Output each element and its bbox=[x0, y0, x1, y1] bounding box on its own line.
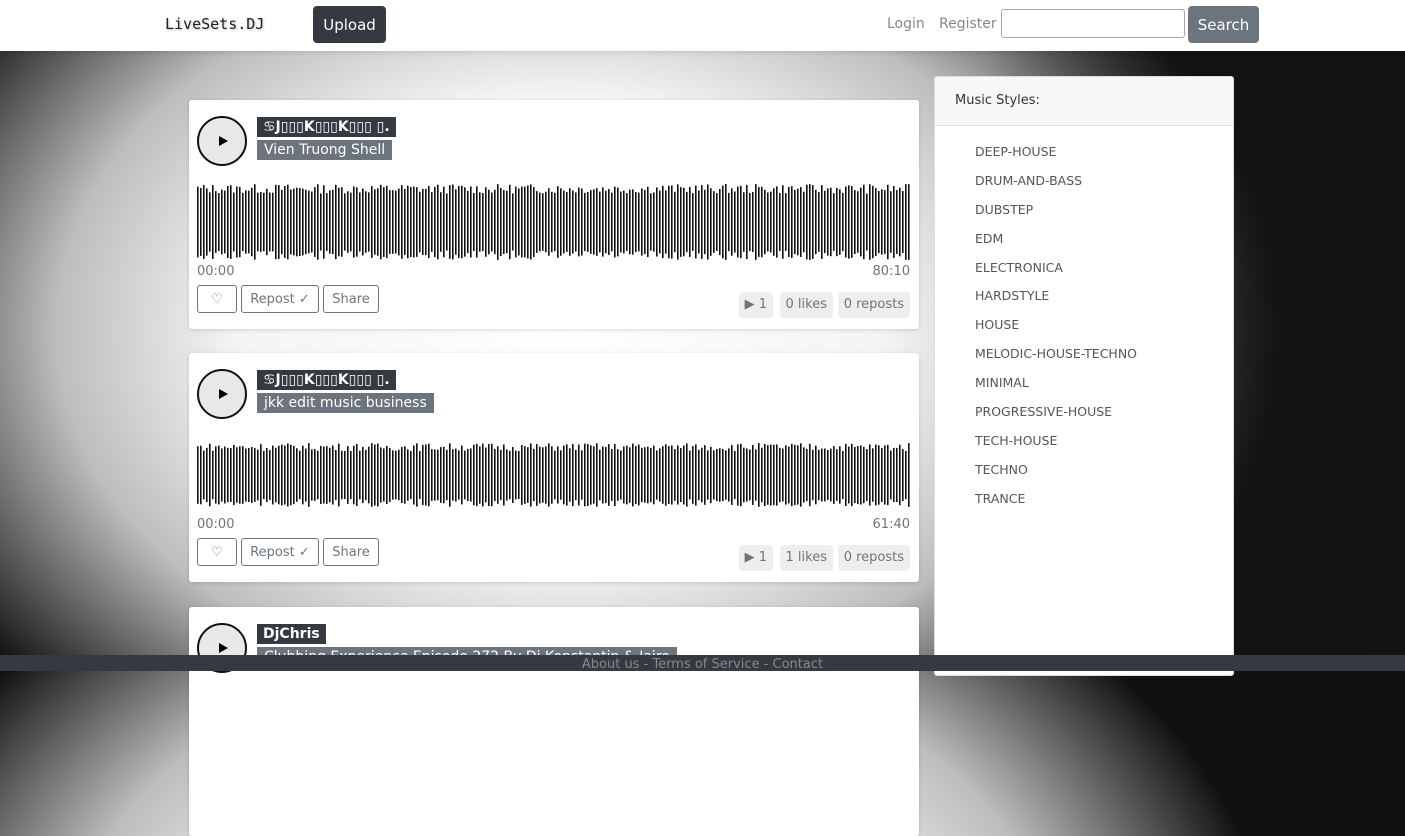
current-time: 00:00 bbox=[197, 517, 235, 532]
play-count: ▶ 1 bbox=[738, 545, 773, 571]
style-link[interactable]: HARDSTYLE bbox=[975, 288, 1193, 317]
repost-button[interactable]: Repost ✓ bbox=[241, 285, 319, 313]
style-link[interactable]: EDM bbox=[975, 231, 1193, 260]
style-link[interactable]: HOUSE bbox=[975, 317, 1193, 346]
set-title[interactable]: ♋J▯▯▯K▯▯▯K▯▯▯ ▯. bbox=[257, 370, 396, 390]
footer: About us - Terms of Service - Contact bbox=[0, 655, 1405, 672]
waveform[interactable] bbox=[197, 435, 911, 515]
current-time: 00:00 bbox=[197, 264, 235, 279]
share-button[interactable]: Share bbox=[323, 538, 379, 566]
like-button[interactable]: ♡ bbox=[197, 285, 237, 313]
set-card: ♋J▯▯▯K▯▯▯K▯▯▯ ▯. jkk edit music business… bbox=[189, 353, 919, 582]
style-link[interactable]: MINIMAL bbox=[975, 375, 1193, 404]
style-link[interactable]: ELECTRONICA bbox=[975, 260, 1193, 289]
play-button[interactable] bbox=[197, 116, 247, 166]
contact-link[interactable]: Contact bbox=[773, 657, 824, 672]
set-title[interactable]: ♋J▯▯▯K▯▯▯K▯▯▯ ▯. bbox=[257, 117, 396, 137]
style-link[interactable]: TECHNO bbox=[975, 462, 1193, 491]
like-count: 0 likes bbox=[779, 292, 833, 318]
set-artist[interactable]: Vien Truong Shell bbox=[257, 140, 393, 160]
style-link[interactable]: DRUM-AND-BASS bbox=[975, 173, 1193, 202]
terms-link[interactable]: Terms of Service bbox=[652, 657, 759, 672]
sidebar-header: Music Styles: bbox=[935, 77, 1233, 126]
style-link[interactable]: DEEP-HOUSE bbox=[975, 144, 1193, 173]
navbar: LiveSets.DJ Upload Login Register Search bbox=[0, 0, 1405, 51]
play-button[interactable] bbox=[197, 369, 247, 419]
like-button[interactable]: ♡ bbox=[197, 538, 237, 566]
separator: - bbox=[759, 657, 773, 672]
set-artist[interactable]: jkk edit music business bbox=[257, 393, 434, 413]
search-button[interactable]: Search bbox=[1188, 6, 1259, 43]
play-count: ▶ 1 bbox=[738, 292, 773, 318]
repost-button[interactable]: Repost ✓ bbox=[241, 538, 319, 566]
set-title[interactable]: DjChris bbox=[257, 624, 326, 644]
share-button[interactable]: Share bbox=[323, 285, 379, 313]
style-link[interactable]: MELODIC-HOUSE-TECHNO bbox=[975, 346, 1193, 375]
duration: 61:40 bbox=[872, 517, 910, 532]
repost-count: 0 reposts bbox=[837, 292, 910, 318]
repost-count: 0 reposts bbox=[837, 545, 910, 571]
music-styles-sidebar: Music Styles: DEEP-HOUSE DRUM-AND-BASS DUB… bbox=[934, 76, 1234, 676]
upload-button[interactable]: Upload bbox=[313, 6, 386, 43]
separator: - bbox=[639, 657, 653, 672]
login-link[interactable]: Login bbox=[887, 16, 925, 32]
style-link[interactable]: DUBSTEP bbox=[975, 202, 1193, 231]
search-input[interactable] bbox=[1001, 9, 1185, 38]
brand-logo[interactable]: LiveSets.DJ bbox=[165, 15, 264, 33]
set-card: ♋J▯▯▯K▯▯▯K▯▯▯ ▯. Vien Truong Shell 00:00… bbox=[189, 100, 919, 329]
waveform[interactable] bbox=[197, 182, 911, 262]
style-link[interactable]: TRANCE bbox=[975, 491, 1193, 520]
like-count: 1 likes bbox=[779, 545, 833, 571]
register-link[interactable]: Register bbox=[939, 16, 997, 32]
about-link[interactable]: About us bbox=[582, 657, 640, 672]
set-card: DjChris Clubbing Experience Episode 272 … bbox=[189, 607, 919, 836]
duration: 80:10 bbox=[872, 264, 910, 279]
style-link[interactable]: TECH-HOUSE bbox=[975, 433, 1193, 462]
style-link[interactable]: PROGRESSIVE-HOUSE bbox=[975, 404, 1193, 433]
